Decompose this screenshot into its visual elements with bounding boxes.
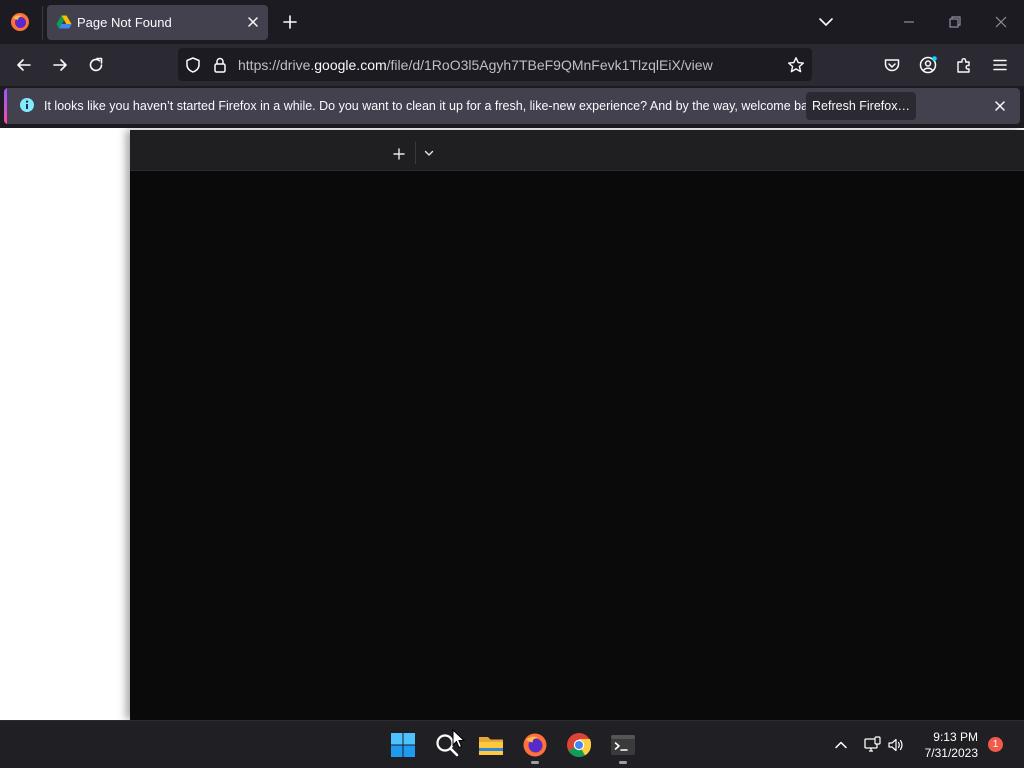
- volume-icon[interactable]: [887, 736, 905, 754]
- info-icon: [20, 98, 34, 112]
- terminal-icon[interactable]: [609, 731, 637, 759]
- hamburger-menu-icon[interactable]: [990, 55, 1010, 75]
- add-plus-icon[interactable]: [390, 145, 408, 163]
- show-hidden-icons-chevron-up-icon[interactable]: [832, 736, 850, 754]
- minimize-icon[interactable]: [899, 12, 919, 32]
- restore-icon[interactable]: [945, 12, 965, 32]
- url-host: google.com: [314, 57, 387, 73]
- firefox-taskbar-icon[interactable]: [521, 731, 549, 759]
- back-arrow-icon[interactable]: [14, 55, 34, 75]
- extensions-puzzle-icon[interactable]: [954, 55, 974, 75]
- tab-page-not-found[interactable]: Page Not Found: [47, 5, 268, 40]
- tab-separator: [42, 6, 43, 40]
- firefox-running-indicator: [531, 761, 539, 764]
- navigation-toolbar: https://drive.google.com/file/d/1RoO3l5A…: [0, 44, 1024, 86]
- close-tab-icon[interactable]: [245, 14, 261, 30]
- url-path: /file/d/1RoO3l5Agyh7TBeF9QMnFevk1TlzqlEi…: [386, 57, 713, 73]
- bookmark-star-icon[interactable]: [786, 55, 806, 75]
- list-all-tabs-chevron-icon[interactable]: [816, 12, 836, 32]
- url-text[interactable]: https://drive.google.com/file/d/1RoO3l5A…: [238, 57, 713, 73]
- clock-date[interactable]: 7/31/2023: [912, 746, 978, 760]
- mouse-cursor-icon: [452, 729, 466, 749]
- url-scheme: https://drive.: [238, 57, 315, 73]
- clock-time[interactable]: 9:13 PM: [922, 730, 978, 744]
- screen: Page Not Found https://drive.google.com/…: [0, 0, 1024, 768]
- tab-title: Page Not Found: [77, 15, 172, 30]
- tracking-protection-shield-icon[interactable]: [183, 55, 203, 75]
- viewer-toolbar-separator: [415, 142, 416, 164]
- network-icon[interactable]: [863, 736, 881, 754]
- chevron-down-icon[interactable]: [421, 145, 437, 161]
- pocket-icon[interactable]: [882, 55, 902, 75]
- refresh-firefox-notification: It looks like you haven’t started Firefo…: [4, 88, 1020, 124]
- windows-taskbar: 9:13 PM 7/31/2023 1: [0, 720, 1024, 768]
- page-content: [0, 128, 1024, 720]
- notification-count-badge[interactable]: 1: [988, 737, 1003, 752]
- notification-accent-bar: [4, 88, 7, 124]
- lock-icon[interactable]: [210, 55, 230, 75]
- tab-strip: Page Not Found: [0, 0, 1024, 44]
- firefox-menu-icon[interactable]: [9, 11, 31, 33]
- address-bar[interactable]: https://drive.google.com/file/d/1RoO3l5A…: [178, 48, 812, 81]
- reload-icon[interactable]: [86, 55, 106, 75]
- new-tab-plus-icon[interactable]: [280, 12, 300, 32]
- terminal-running-indicator: [619, 761, 627, 764]
- windows-start-icon[interactable]: [389, 731, 417, 759]
- notification-message: It looks like you haven’t started Firefo…: [44, 99, 825, 113]
- file-explorer-folder-icon[interactable]: [477, 731, 505, 759]
- google-drive-icon: [56, 15, 72, 29]
- forward-arrow-icon[interactable]: [50, 55, 70, 75]
- close-notification-icon[interactable]: [991, 97, 1009, 115]
- refresh-firefox-button[interactable]: Refresh Firefox…: [806, 92, 916, 120]
- close-window-icon[interactable]: [991, 12, 1011, 32]
- chrome-icon[interactable]: [565, 731, 593, 759]
- file-viewer-panel: [130, 130, 1024, 720]
- viewer-toolbar: [130, 130, 1024, 171]
- account-avatar-icon[interactable]: [918, 55, 938, 75]
